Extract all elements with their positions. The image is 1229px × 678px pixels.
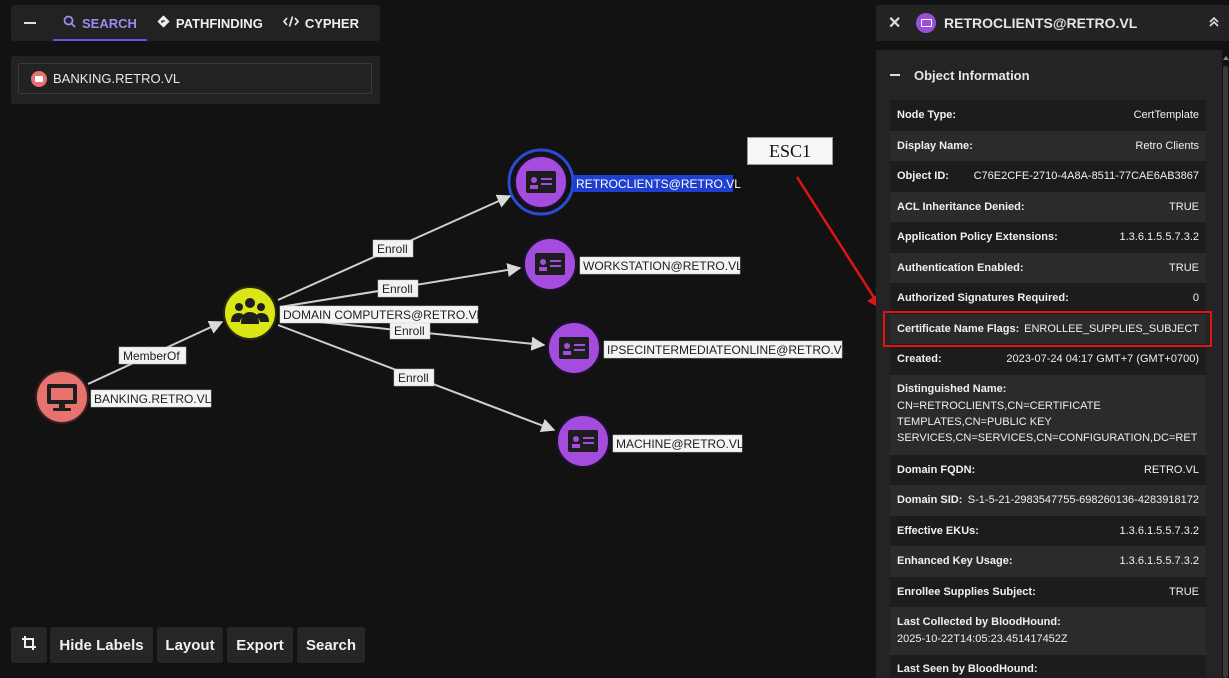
id-card-icon	[526, 171, 556, 193]
id-card-icon	[535, 253, 565, 275]
property-row: Last Collected by BloodHound: 2025-10-22T…	[890, 607, 1206, 655]
diamond-route-icon	[157, 15, 170, 31]
node-workstation[interactable]	[523, 237, 577, 291]
property-row: Enrollee Supplies Subject: TRUE	[890, 576, 1206, 607]
property-row-distinguished-name: Distinguished Name: CN=RETROCLIENTS,CN=CE…	[890, 374, 1206, 455]
search-tabs-bar: SEARCH PATHFINDING CYPHER	[11, 5, 380, 41]
esc1-annotation: ESC1	[747, 137, 833, 165]
property-list: Node Type: CertTemplate Display Name: Retr…	[890, 100, 1206, 678]
export-button[interactable]: Export	[227, 627, 293, 663]
edge-label-enroll-workstation: Enroll	[377, 279, 419, 298]
panel-scrollbar[interactable]	[1223, 66, 1228, 678]
property-row: Application Policy Extensions: 1.3.6.1.5.…	[890, 222, 1206, 253]
property-row: Domain SID: S-1-5-21-2983547755-698260136…	[890, 485, 1206, 516]
edge-label-enroll-retroclients: Enroll	[372, 239, 414, 258]
svg-text:MemberOf: MemberOf	[123, 349, 180, 363]
layout-button[interactable]: Layout	[157, 627, 223, 663]
svg-text:IPSECINTERMEDIATEONLINE@RETRO.: IPSECINTERMEDIATEONLINE@RETRO.VL	[607, 343, 849, 357]
node-retroclients[interactable]	[507, 148, 575, 216]
id-card-icon	[559, 337, 589, 359]
code-icon	[282, 15, 299, 31]
property-row: Authentication Enabled: TRUE	[890, 252, 1206, 283]
tab-cypher-label: CYPHER	[304, 15, 359, 31]
graph-search-button[interactable]: Search	[297, 627, 365, 663]
property-row: Created: 2023-07-24 04:17 GMT+7 (GMT+0700…	[890, 344, 1206, 375]
svg-text:WORKSTATION@RETRO.VL: WORKSTATION@RETRO.VL	[583, 259, 743, 273]
edge-label-memberof: MemberOf	[118, 346, 187, 365]
node-banking[interactable]	[35, 370, 89, 424]
svg-text:BANKING.RETRO.VL: BANKING.RETRO.VL	[94, 392, 212, 406]
node-domain-computers[interactable]	[223, 286, 277, 340]
svg-text:Enroll: Enroll	[394, 324, 425, 338]
property-row: Last Seen by BloodHound:	[890, 655, 1206, 678]
section-title: Object Information	[914, 67, 1030, 83]
tab-pathfinding[interactable]: PATHFINDING	[147, 5, 273, 41]
search-query: BANKING.RETRO.VL	[53, 71, 181, 86]
collapse-icon	[890, 74, 900, 76]
entity-title: RETROCLIENTS@RETRO.VL	[944, 15, 1138, 31]
computer-node-icon	[31, 70, 47, 87]
tab-search[interactable]: SEARCH	[53, 5, 147, 41]
node-label-ipsec: IPSECINTERMEDIATEONLINE@RETRO.VL	[603, 340, 849, 359]
edge-label-enroll-machine: Enroll	[393, 368, 435, 387]
annotation-arrow	[795, 176, 882, 310]
minus-icon	[24, 22, 36, 24]
tab-cypher[interactable]: CYPHER	[273, 5, 369, 41]
svg-text:DOMAIN COMPUTERS@RETRO.VL: DOMAIN COMPUTERS@RETRO.VL	[283, 308, 484, 322]
node-label-retroclients: RETROCLIENTS@RETRO.VL	[573, 175, 741, 192]
node-machine[interactable]	[556, 414, 610, 468]
property-row: Object ID: C76E2CFE-2710-4A8A-8511-77CAE6…	[890, 161, 1206, 192]
node-label-banking: BANKING.RETRO.VL	[90, 389, 212, 408]
entity-panel-header: ✕ RETROCLIENTS@RETRO.VL	[876, 5, 1229, 41]
search-input[interactable]: BANKING.RETRO.VL	[18, 63, 372, 94]
property-row: Authorized Signatures Required: 0	[890, 283, 1206, 314]
tab-search-label: SEARCH	[82, 15, 137, 31]
edge-label-enroll-ipsec: Enroll	[389, 321, 431, 340]
id-card-icon	[568, 430, 598, 452]
collapse-search-button[interactable]	[11, 5, 49, 41]
svg-text:MACHINE@RETRO.VL: MACHINE@RETRO.VL	[616, 437, 744, 451]
node-label-machine: MACHINE@RETRO.VL	[612, 434, 744, 453]
chevron-up-double-icon[interactable]	[1199, 15, 1229, 31]
cert-template-badge-icon	[916, 13, 936, 33]
node-label-workstation: WORKSTATION@RETRO.VL	[579, 256, 743, 275]
property-row: Enhanced Key Usage: 1.3.6.1.5.5.7.3.2	[890, 546, 1206, 577]
magnifier-icon	[63, 15, 76, 31]
search-panel: BANKING.RETRO.VL	[11, 56, 380, 104]
node-ipsec[interactable]	[547, 321, 601, 375]
property-row: Effective EKUs: 1.3.6.1.5.5.7.3.2	[890, 515, 1206, 546]
object-info-section-header[interactable]: Object Information	[876, 50, 1222, 100]
property-row: Display Name: Retro Clients	[890, 130, 1206, 161]
property-row: Domain FQDN: RETRO.VL	[890, 454, 1206, 485]
property-row: ACL Inheritance Denied: TRUE	[890, 191, 1206, 222]
property-row: Node Type: CertTemplate	[890, 100, 1206, 131]
svg-text:Enroll: Enroll	[398, 371, 429, 385]
svg-text:Enroll: Enroll	[382, 282, 413, 296]
crop-button[interactable]	[11, 627, 47, 663]
scroll-up-arrow-icon[interactable]	[1223, 56, 1229, 60]
tab-pathfinding-label: PATHFINDING	[175, 15, 263, 31]
crop-icon	[21, 635, 37, 655]
close-icon[interactable]: ✕	[888, 13, 904, 33]
hide-labels-button[interactable]: Hide Labels	[50, 627, 153, 663]
svg-text:Enroll: Enroll	[377, 242, 408, 256]
entity-panel: Object Information Node Type: CertTemplat…	[876, 50, 1222, 678]
node-label-domain-computers: DOMAIN COMPUTERS@RETRO.VL	[279, 305, 484, 324]
svg-text:RETROCLIENTS@RETRO.VL: RETROCLIENTS@RETRO.VL	[576, 177, 741, 191]
property-row-certificate-name-flags: Certificate Name Flags: ENROLLEE_SUPPLIES…	[890, 313, 1206, 344]
